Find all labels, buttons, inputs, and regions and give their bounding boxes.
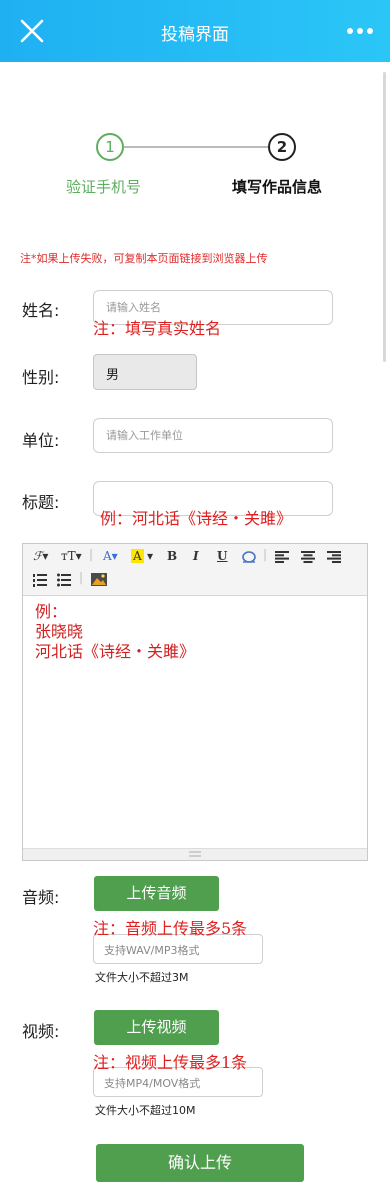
audio-label: 音频: (22, 888, 60, 907)
scrollbar[interactable] (383, 72, 386, 362)
gender-select[interactable]: 男 (93, 354, 197, 390)
highlight-color-icon[interactable]: A (131, 549, 144, 563)
bullet-list-icon[interactable] (57, 573, 71, 587)
eraser-icon[interactable] (241, 550, 257, 564)
title-label: 标题: (22, 493, 60, 512)
video-size-limit: 文件大小不超过10M (95, 1104, 196, 1117)
upload-video-button[interactable]: 上传视频 (94, 1010, 219, 1045)
editor-line: 张晓晓 (35, 622, 84, 641)
step-1-label: 验证手机号 (66, 178, 142, 196)
name-hint: 注：填写真实姓名 (93, 319, 222, 338)
editor-content[interactable]: 例： 张晓晓 河北话《诗经・关雎》 (35, 602, 195, 662)
toolbar-divider: | (89, 547, 94, 561)
audio-size-limit: 文件大小不超过3M (95, 971, 189, 984)
upload-notice: 注*如果上传失败，可复制本页面链接到浏览器上传 (20, 252, 268, 265)
highlight-dropdown-icon[interactable]: ▾ (147, 549, 153, 563)
editor-line: 例： (35, 602, 68, 621)
toolbar-divider: | (79, 570, 84, 584)
page-title: 投稿界面 (161, 25, 229, 45)
align-right-icon[interactable] (327, 551, 341, 563)
title-hint: 例：河北话《诗经・关雎》 (100, 509, 293, 528)
editor-resize-bar[interactable] (23, 848, 367, 860)
step-1-circle: 1 (96, 133, 124, 161)
toolbar-divider: | (263, 547, 268, 561)
more-icon[interactable] (344, 22, 376, 40)
underline-icon[interactable]: U (217, 549, 227, 563)
editor-toolbar: ℱ▾ тT▾ | A▾ A ▾ B I U | | (23, 544, 367, 596)
bold-icon[interactable]: B (167, 549, 177, 563)
step-2-circle: 2 (268, 133, 296, 161)
video-label: 视频: (22, 1022, 60, 1041)
resize-handle-icon[interactable] (189, 851, 201, 857)
ordered-list-icon[interactable] (33, 573, 47, 587)
font-size-icon[interactable]: тT▾ (61, 549, 82, 563)
gender-label: 性别: (22, 368, 60, 387)
upload-audio-button[interactable]: 上传音频 (94, 876, 219, 911)
step-2-label: 填写作品信息 (232, 178, 323, 196)
unit-label: 单位: (22, 431, 60, 450)
app-header: 投稿界面 (0, 0, 390, 62)
name-label: 姓名: (22, 301, 60, 320)
confirm-upload-button[interactable]: 确认上传 (96, 1144, 304, 1182)
step-connector (124, 146, 268, 148)
align-center-icon[interactable] (301, 551, 315, 563)
audio-hint: 注：音频上传最多5条 (93, 919, 248, 938)
font-color-icon[interactable]: A▾ (103, 549, 118, 563)
insert-image-icon[interactable] (91, 573, 107, 586)
video-hint: 注：视频上传最多1条 (93, 1053, 248, 1072)
italic-icon[interactable]: I (193, 549, 199, 563)
align-left-icon[interactable] (275, 551, 289, 563)
unit-input[interactable] (93, 418, 333, 453)
font-family-icon[interactable]: ℱ▾ (33, 549, 48, 563)
editor-line: 河北话《诗经・关雎》 (35, 642, 196, 661)
rich-text-editor[interactable]: ℱ▾ тT▾ | A▾ A ▾ B I U | | 例： 张晓晓 河北话《诗经・… (22, 543, 368, 861)
